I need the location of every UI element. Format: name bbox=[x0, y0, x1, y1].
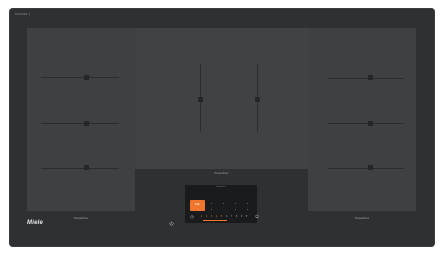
zone-marker bbox=[368, 165, 373, 170]
zone-marker bbox=[368, 121, 373, 126]
level-8[interactable]: 8 bbox=[235, 215, 238, 219]
active-zone-tile[interactable]: Pan bbox=[190, 200, 205, 211]
power-level-scale[interactable]: ◷ 1 2 3 4 5 6 7 8 9 P ⏻ bbox=[190, 214, 259, 221]
zone-label-center: PowerFlex bbox=[214, 171, 229, 175]
zone-indicator-dot[interactable] bbox=[211, 203, 212, 204]
zone-guide-line bbox=[41, 168, 119, 169]
zone-indicator-dot[interactable] bbox=[247, 209, 248, 210]
level-4[interactable]: 4 bbox=[215, 215, 218, 219]
series-label: KM3696-1 bbox=[15, 12, 31, 16]
level-7[interactable]: 7 bbox=[230, 215, 233, 219]
cooking-zone-left[interactable]: PowerFlex bbox=[27, 28, 135, 220]
active-zone-label: Pan bbox=[194, 202, 201, 206]
level-boost[interactable]: P bbox=[245, 215, 248, 219]
level-1[interactable]: 1 bbox=[200, 215, 203, 219]
zone-label-right: PowerFlex bbox=[354, 216, 370, 220]
zone-guide-line bbox=[41, 123, 119, 124]
zone-indicator-dot[interactable] bbox=[211, 209, 212, 210]
level-6[interactable]: 6 bbox=[225, 215, 228, 219]
zone-indicator-dot[interactable] bbox=[247, 203, 248, 204]
zone-guide-line bbox=[328, 168, 404, 169]
level-2[interactable]: 2 bbox=[205, 215, 208, 219]
brand-logo: Miele bbox=[27, 220, 44, 226]
level-5[interactable]: 5 bbox=[220, 215, 223, 219]
zone-label-left: PowerFlex bbox=[73, 216, 89, 220]
zone-marker bbox=[84, 121, 89, 126]
zone-marker bbox=[84, 75, 89, 80]
clock-icon[interactable]: ◷ bbox=[189, 214, 195, 220]
zone-guide-line bbox=[328, 78, 404, 79]
power-icon[interactable]: ⏻ bbox=[254, 214, 260, 220]
zone-marker bbox=[84, 165, 89, 170]
level-9[interactable]: 9 bbox=[240, 215, 243, 219]
power-icon[interactable] bbox=[169, 221, 174, 226]
control-panel[interactable]: PowerFlex Pan ◷ 1 2 3 4 5 6 7 8 9 P ⏻ bbox=[185, 185, 259, 223]
zone-indicator-dot[interactable] bbox=[235, 209, 236, 210]
zone-guide-line bbox=[328, 123, 404, 124]
zone-indicator-dot[interactable] bbox=[235, 203, 236, 204]
zone-guide-line bbox=[41, 77, 119, 78]
zone-marker bbox=[368, 75, 373, 80]
zone-marker bbox=[255, 97, 260, 102]
zone-marker bbox=[198, 97, 203, 102]
zone-indicator-dot[interactable] bbox=[223, 203, 224, 204]
cooking-zone-right[interactable]: PowerFlex bbox=[308, 28, 416, 220]
cooking-zone-center[interactable]: PowerFlex bbox=[135, 28, 308, 175]
panel-title: PowerFlex bbox=[216, 186, 226, 188]
level-3[interactable]: 3 bbox=[210, 215, 213, 219]
level-progress-bar bbox=[203, 220, 227, 221]
